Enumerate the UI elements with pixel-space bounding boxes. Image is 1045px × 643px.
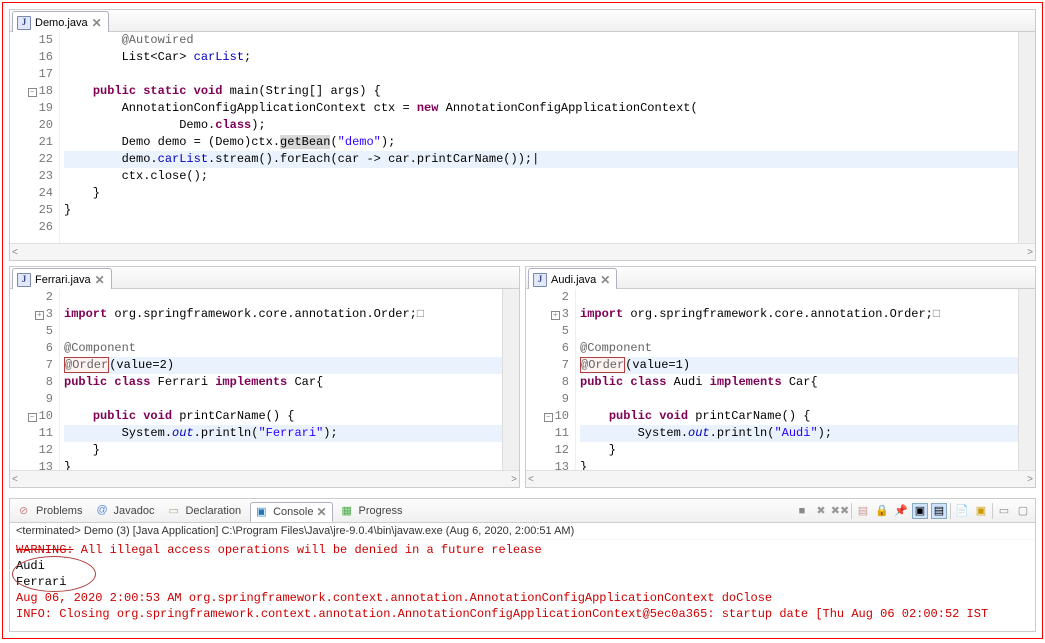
minimize-icon[interactable]: ▭ xyxy=(996,503,1012,519)
java-file-icon: J xyxy=(533,273,547,287)
tab-bar: J Ferrari.java ✕ xyxy=(10,267,519,289)
remove-launch-icon[interactable]: ✖ xyxy=(813,503,829,519)
new-console-icon[interactable]: ▣ xyxy=(973,503,989,519)
maximize-icon[interactable]: ▢ xyxy=(1015,503,1031,519)
views-panel: ⊘Problems @Javadoc ▭Declaration ▣Console… xyxy=(9,498,1036,632)
javadoc-icon: @ xyxy=(96,504,110,518)
tab-problems[interactable]: ⊘Problems xyxy=(14,502,87,520)
open-console-icon[interactable]: 📄 xyxy=(954,503,970,519)
scroll-lock-icon[interactable]: 🔒 xyxy=(874,503,890,519)
java-file-icon: J xyxy=(17,273,31,287)
tab-label: Audi.java xyxy=(551,274,596,286)
editor-demo: J Demo.java ✕ 151617−181920212223242526 … xyxy=(9,9,1036,261)
tab-javadoc[interactable]: @Javadoc xyxy=(91,502,159,520)
tab-demo[interactable]: J Demo.java ✕ xyxy=(12,11,109,32)
tab-audi[interactable]: J Audi.java ✕ xyxy=(528,268,617,289)
code-area[interactable]: 2+356789−1011121314 import org.springfra… xyxy=(526,289,1035,470)
tab-console[interactable]: ▣Console ✕ xyxy=(250,502,332,522)
display-selected-icon[interactable]: ▣ xyxy=(912,503,928,519)
hscroll[interactable]: <> xyxy=(10,243,1035,260)
tab-bar: J Audi.java ✕ xyxy=(526,267,1035,289)
terminate-icon[interactable]: ■ xyxy=(794,503,810,519)
code-area[interactable]: 151617−181920212223242526 @Autowired Lis… xyxy=(10,32,1035,243)
editor-ferrari: J Ferrari.java ✕ 2+356789−1011121314 imp… xyxy=(9,266,520,488)
tab-bar: J Demo.java ✕ xyxy=(10,10,1035,32)
console-output[interactable]: WARNING: All illegal access operations w… xyxy=(10,540,1035,622)
console-icon: ▣ xyxy=(256,505,270,519)
pin-console-icon[interactable]: 📌 xyxy=(893,503,909,519)
ide-frame: J Demo.java ✕ 151617−181920212223242526 … xyxy=(2,2,1043,639)
editor-audi: J Audi.java ✕ 2+356789−1011121314 import… xyxy=(525,266,1036,488)
close-icon[interactable]: ✕ xyxy=(316,506,326,518)
progress-icon: ▦ xyxy=(342,504,356,518)
tab-declaration[interactable]: ▭Declaration xyxy=(163,502,246,520)
console-header: <terminated> Demo (3) [Java Application]… xyxy=(10,523,1035,540)
console-toolbar: ■ ✖ ✖✖ ▤ 🔒 📌 ▣ ▤ 📄 ▣ ▭ ▢ xyxy=(794,503,1031,519)
show-standard-icon[interactable]: ▤ xyxy=(931,503,947,519)
close-icon[interactable]: ✕ xyxy=(600,274,610,286)
remove-all-icon[interactable]: ✖✖ xyxy=(832,503,848,519)
declaration-icon: ▭ xyxy=(168,504,182,518)
hscroll[interactable]: <> xyxy=(526,470,1035,487)
code-area[interactable]: 2+356789−1011121314 import org.springfra… xyxy=(10,289,519,470)
editor-area: J Demo.java ✕ 151617−181920212223242526 … xyxy=(9,9,1036,493)
tab-label: Demo.java xyxy=(35,17,88,29)
tab-progress[interactable]: ▦Progress xyxy=(337,502,408,520)
problems-icon: ⊘ xyxy=(19,504,33,518)
hscroll[interactable]: <> xyxy=(10,470,519,487)
tab-label: Ferrari.java xyxy=(35,274,91,286)
clear-console-icon[interactable]: ▤ xyxy=(855,503,871,519)
views-tabbar: ⊘Problems @Javadoc ▭Declaration ▣Console… xyxy=(10,499,1035,523)
close-icon[interactable]: ✕ xyxy=(95,274,105,286)
close-icon[interactable]: ✕ xyxy=(92,17,102,29)
java-file-icon: J xyxy=(17,16,31,30)
tab-ferrari[interactable]: J Ferrari.java ✕ xyxy=(12,268,112,289)
